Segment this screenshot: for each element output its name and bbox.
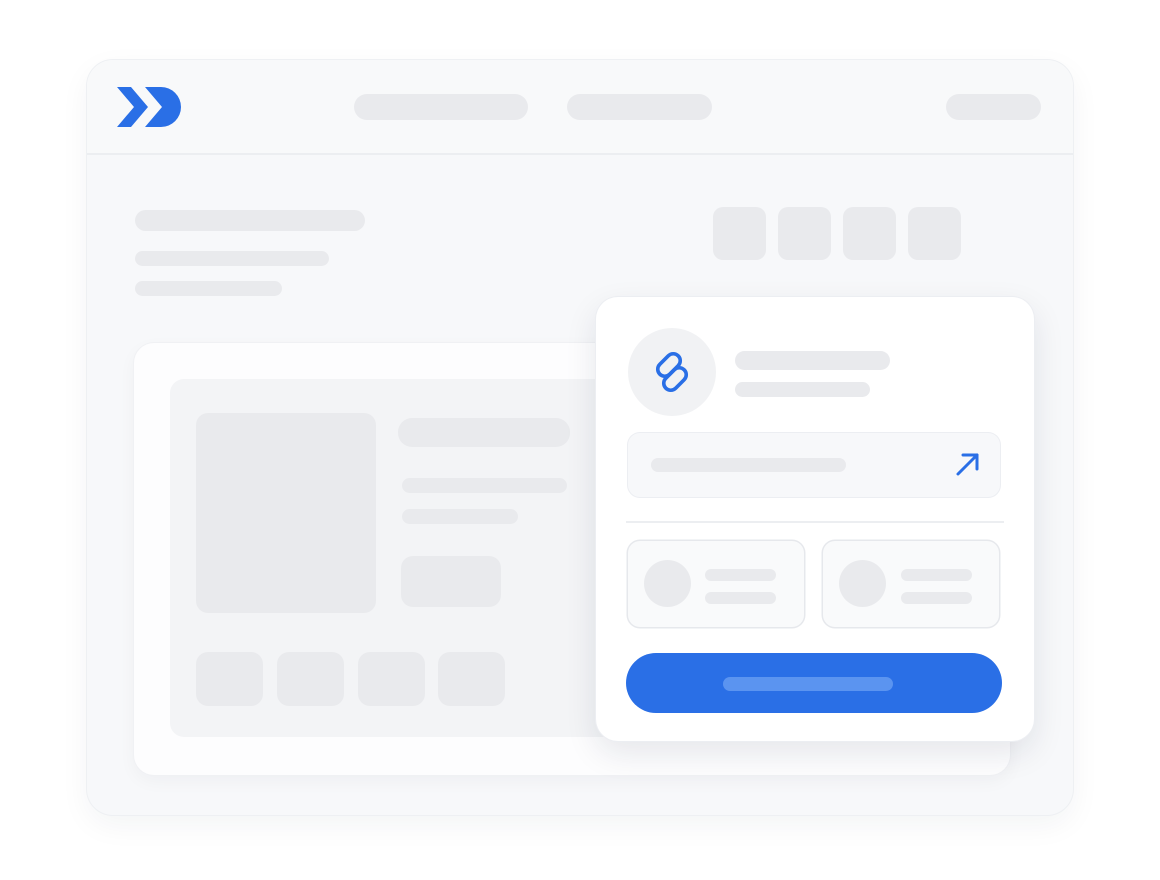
nav-item-2[interactable] <box>567 94 712 120</box>
content-text-line-2-text <box>402 509 403 510</box>
share-option-2[interactable] <box>823 541 999 627</box>
primary-action-button-label-bar <box>723 677 893 691</box>
thumbnail-1[interactable] <box>196 652 263 706</box>
page-subtitle-line-2-text <box>135 281 136 282</box>
share-option-2-label <box>901 569 972 581</box>
thumbnail-4[interactable] <box>438 652 505 706</box>
content-action-button[interactable] <box>401 556 501 607</box>
content-text-line-1-text <box>402 478 403 479</box>
toolbar-button-2[interactable] <box>778 207 831 260</box>
popover-subtitle-text <box>735 382 736 383</box>
thumbnail-3[interactable] <box>358 652 425 706</box>
primary-action-button[interactable] <box>626 653 1002 713</box>
share-option-1-avatar <box>644 560 691 607</box>
top-nav-bar <box>87 60 1073 155</box>
share-option-1-label-text <box>705 569 706 570</box>
nav-item-1-label <box>354 94 355 95</box>
page-subtitle-line-2 <box>135 281 282 296</box>
popover-subtitle <box>735 382 870 397</box>
popover-title-text <box>735 351 736 352</box>
link-icon <box>655 351 689 393</box>
account-button-label <box>946 94 947 95</box>
share-option-2-label-text <box>901 569 902 570</box>
toolbar-button-1[interactable] <box>713 207 766 260</box>
content-heading <box>398 418 570 447</box>
share-url-value <box>651 458 846 472</box>
share-option-1-sublabel <box>705 592 776 604</box>
toolbar-button-4[interactable] <box>908 207 961 260</box>
popover-title <box>735 351 890 370</box>
nav-item-1[interactable] <box>354 94 528 120</box>
popover-divider <box>626 521 1004 523</box>
content-image <box>196 413 376 613</box>
content-action-button-label <box>401 556 402 557</box>
share-option-2-avatar <box>839 560 886 607</box>
thumbnail-2[interactable] <box>277 652 344 706</box>
page-title <box>135 210 365 231</box>
share-option-1[interactable] <box>628 541 804 627</box>
page-title-text <box>135 210 136 211</box>
share-url-field[interactable] <box>628 433 1000 497</box>
share-option-1-label <box>705 569 776 581</box>
content-text-line-1 <box>402 478 567 493</box>
share-option-2-sublabel <box>901 592 972 604</box>
share-link-popover <box>596 297 1034 741</box>
double-chevron-logo-icon[interactable] <box>115 85 185 129</box>
share-option-2-sublabel-text <box>901 592 902 593</box>
account-button[interactable] <box>946 94 1041 120</box>
share-url-text <box>651 458 652 459</box>
content-panel <box>170 379 630 737</box>
nav-item-2-label <box>567 94 568 95</box>
content-text-line-2 <box>402 509 518 524</box>
link-icon-badge <box>628 328 716 416</box>
page-subtitle-line-1 <box>135 251 329 266</box>
arrow-up-right-icon[interactable] <box>952 448 984 480</box>
content-heading-text <box>398 418 399 419</box>
toolbar-button-3[interactable] <box>843 207 896 260</box>
share-option-1-sublabel-text <box>705 592 706 593</box>
page-subtitle-line-1-text <box>135 251 136 252</box>
